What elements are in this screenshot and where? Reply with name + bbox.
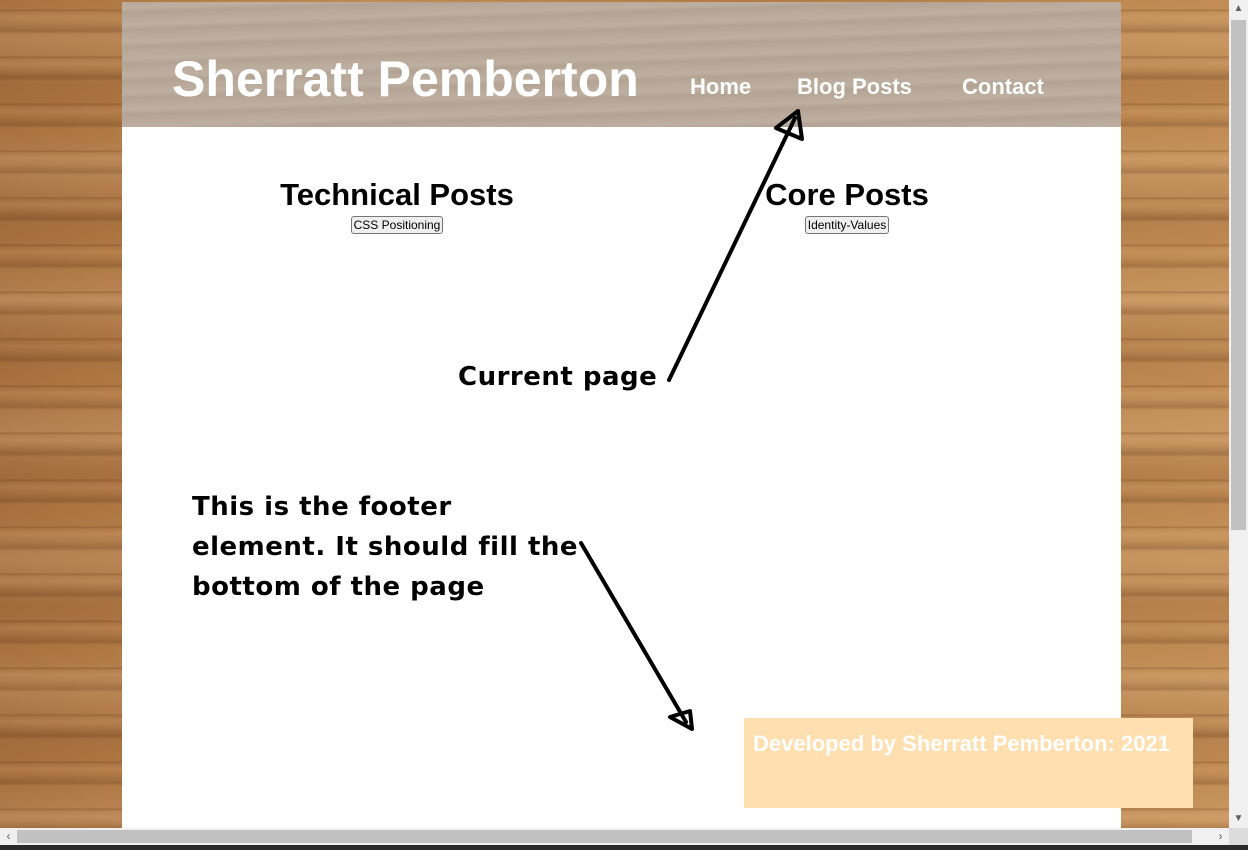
footer-arrow	[579, 541, 694, 731]
annotation-arrows	[579, 109, 804, 731]
scroll-right-arrow-icon[interactable]: ›	[1212, 828, 1229, 845]
scroll-up-arrow-icon[interactable]: ▲	[1229, 0, 1248, 18]
horizontal-scrollbar[interactable]: ‹ ›	[0, 828, 1229, 845]
horizontal-scroll-thumb[interactable]	[17, 830, 1192, 843]
vertical-scroll-thumb[interactable]	[1231, 20, 1246, 530]
scroll-down-arrow-icon[interactable]: ▼	[1229, 810, 1248, 828]
vertical-scrollbar[interactable]: ▲ ▼	[1229, 0, 1248, 828]
scrollbar-corner	[1229, 828, 1248, 845]
current-page-arrow	[667, 109, 804, 382]
window-bottom-edge	[0, 845, 1248, 850]
scroll-left-arrow-icon[interactable]: ‹	[0, 828, 17, 845]
